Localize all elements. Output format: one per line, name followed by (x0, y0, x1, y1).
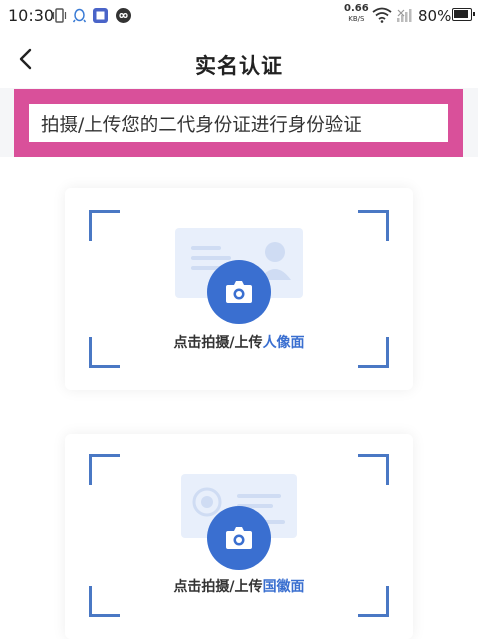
instruction-highlight: 拍摄/上传您的二代身份证进行身份验证 (14, 89, 463, 157)
network-speed-unit: KB/S (348, 15, 365, 23)
emblem-caption: 点击拍摄/上传国徽面 (65, 576, 413, 596)
portrait-caption: 点击拍摄/上传人像面 (65, 332, 413, 352)
infinity-app-icon (116, 8, 131, 23)
camera-button[interactable] (207, 506, 271, 570)
frame-corner-top-left (89, 454, 120, 485)
network-speed: 0.66 KB/S (344, 4, 369, 24)
caption-highlight: 人像面 (262, 335, 305, 351)
frame-corner-top-right (358, 210, 389, 241)
battery-icon (452, 8, 475, 21)
instruction-text: 拍摄/上传您的二代身份证进行身份验证 (41, 115, 362, 136)
status-bar: 10:30 0.66 KB/S 80% (0, 0, 478, 32)
wifi-icon (372, 7, 392, 23)
navigation-bar: 实名认证 (0, 32, 478, 88)
cellular-signal-icon (397, 9, 412, 22)
app-notification-icon (93, 8, 108, 23)
page-title: 实名认证 (195, 54, 283, 78)
upload-portrait-side-card[interactable]: 点击拍摄/上传人像面 (65, 188, 413, 390)
status-time: 10:30 (8, 6, 55, 25)
camera-icon (226, 527, 252, 549)
camera-icon (226, 281, 252, 303)
frame-corner-top-right (358, 454, 389, 485)
qq-icon (72, 8, 87, 23)
camera-button[interactable] (207, 260, 271, 324)
upload-emblem-side-card[interactable]: 点击拍摄/上传国徽面 (65, 434, 413, 639)
caption-prefix: 点击拍摄/上传 (173, 335, 263, 351)
frame-corner-top-left (89, 210, 120, 241)
caption-highlight: 国徽面 (262, 579, 305, 595)
vibrate-icon (52, 8, 67, 23)
network-speed-value: 0.66 (344, 3, 369, 14)
caption-prefix: 点击拍摄/上传 (173, 579, 263, 595)
instruction-box: 拍摄/上传您的二代身份证进行身份验证 (29, 104, 448, 142)
battery-percent: 80% (418, 7, 452, 25)
